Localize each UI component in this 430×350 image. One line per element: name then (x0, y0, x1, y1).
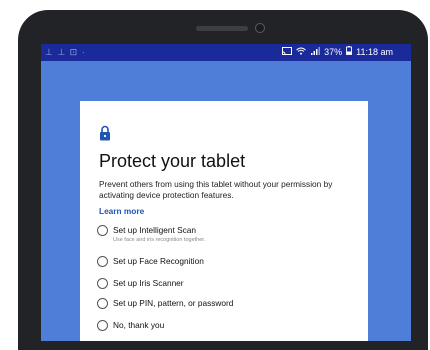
front-camera (255, 23, 265, 33)
option-iris-scanner[interactable]: Set up Iris Scanner (97, 278, 357, 298)
option-label: No, thank you (113, 320, 165, 330)
option-no-thank-you[interactable]: No, thank you (97, 320, 357, 340)
status-time: 11:18 am (356, 47, 393, 57)
lock-icon (99, 125, 111, 141)
option-label: Set up Iris Scanner (113, 278, 184, 288)
notification-icons: ⊥ ⊥ ⊡ · (45, 47, 86, 57)
option-face-recognition[interactable]: Set up Face Recognition (97, 256, 357, 276)
option-text: No, thank you (113, 320, 164, 331)
option-label: Set up Face Recognition (113, 256, 204, 266)
page-title: Protect your tablet (99, 151, 246, 171)
radio-button[interactable] (97, 225, 108, 236)
status-indicators: 37% 11:18 am (282, 44, 393, 61)
option-label: Set up PIN, pattern, or password (113, 298, 234, 308)
signal-icon (310, 44, 321, 61)
radio-button[interactable] (97, 320, 108, 331)
option-text: Set up Intelligent Scan Use face and iri… (113, 225, 205, 244)
status-bar: ⊥ ⊥ ⊡ · 37% 11:18 am (41, 44, 411, 61)
wifi-icon (296, 44, 306, 61)
radio-button[interactable] (97, 278, 108, 289)
radio-button[interactable] (97, 298, 108, 309)
setup-card: Protect your tablet Prevent others from … (80, 101, 368, 341)
cast-icon (282, 44, 293, 61)
tablet-screen: ⊥ ⊥ ⊡ · 37% 11:18 am Protect your tablet… (41, 44, 411, 341)
option-text: Set up Iris Scanner (113, 278, 184, 289)
battery-icon (346, 44, 353, 61)
learn-more-link[interactable]: Learn more (99, 206, 144, 216)
description-text: Prevent others from using this tablet wi… (99, 179, 333, 200)
option-intelligent-scan[interactable]: Set up Intelligent Scan Use face and iri… (97, 225, 357, 245)
option-pin-pattern-password[interactable]: Set up PIN, pattern, or password (97, 298, 357, 318)
speaker-grille (196, 26, 248, 31)
option-sublabel: Use face and iris recognition together. (113, 237, 206, 243)
option-label: Set up Intelligent Scan (113, 225, 197, 235)
radio-button[interactable] (97, 256, 108, 267)
option-text: Set up Face Recognition (113, 256, 204, 267)
option-text: Set up PIN, pattern, or password (113, 298, 233, 309)
battery-percentage: 37% (324, 47, 343, 57)
